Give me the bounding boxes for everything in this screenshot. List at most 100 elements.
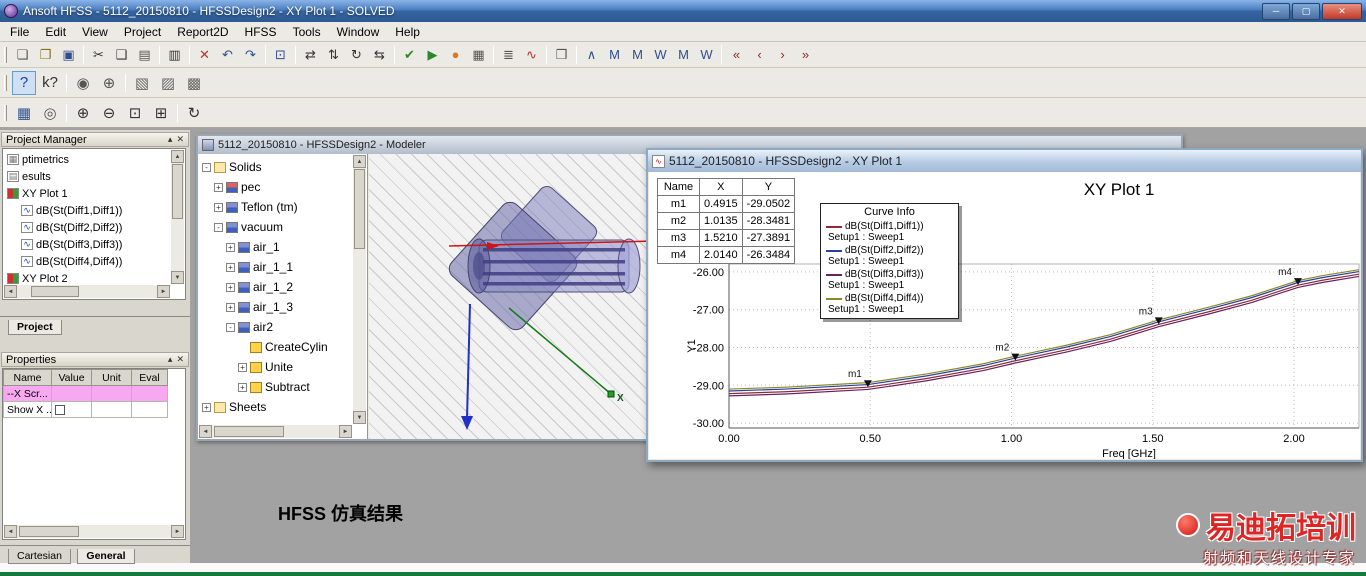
results-icon[interactable]: ▦ bbox=[468, 44, 489, 65]
properties-hscroll[interactable]: ◄► bbox=[4, 525, 184, 538]
wave-report-2-icon[interactable]: M bbox=[604, 44, 625, 65]
solution-data-icon[interactable]: ≣ bbox=[498, 44, 519, 65]
move-y-icon[interactable]: ⇅ bbox=[323, 44, 344, 65]
select-mode-icon[interactable]: ⊡ bbox=[270, 44, 291, 65]
optimetrics-analyze-icon[interactable]: ● bbox=[445, 44, 466, 65]
menu-item-help[interactable]: Help bbox=[387, 23, 428, 41]
mirror-icon[interactable]: ⇆ bbox=[369, 44, 390, 65]
scroll-left-icon[interactable]: ◄ bbox=[4, 285, 17, 298]
wave-report-6-icon[interactable]: W bbox=[696, 44, 717, 65]
scroll-thumb[interactable] bbox=[19, 526, 79, 537]
legend-entry[interactable]: dB(St(Diff1,Diff1))Setup1 : Sweep1 bbox=[824, 220, 955, 244]
modeler-tree-item[interactable]: -air2 bbox=[200, 317, 367, 337]
scroll-right-icon[interactable]: ► bbox=[157, 285, 170, 298]
help-cursor-icon[interactable]: ? bbox=[12, 71, 36, 95]
mesh-display-icon[interactable]: ▨ bbox=[156, 71, 180, 95]
close-button[interactable]: ✕ bbox=[1322, 3, 1362, 20]
modeler-tree-item[interactable]: +air_1 bbox=[200, 237, 367, 257]
expand-icon[interactable]: + bbox=[226, 243, 235, 252]
scroll-thumb[interactable] bbox=[214, 426, 284, 437]
property-row-show-x[interactable]: Show X ... bbox=[4, 402, 168, 418]
modeler-tree-item[interactable]: -Solids bbox=[200, 157, 367, 177]
menu-item-edit[interactable]: Edit bbox=[37, 23, 74, 41]
expand-icon[interactable]: + bbox=[226, 263, 235, 272]
modeler-tree-item[interactable]: +air_1_1 bbox=[200, 257, 367, 277]
rotate-model-icon[interactable]: ↻ bbox=[346, 44, 367, 65]
paste-icon[interactable]: ▤ bbox=[134, 44, 155, 65]
collapse-icon[interactable]: - bbox=[214, 223, 223, 232]
menu-item-report2d[interactable]: Report2D bbox=[169, 23, 236, 41]
delete-icon[interactable]: ✕ bbox=[194, 44, 215, 65]
modeler-tree-item[interactable]: +Subtract bbox=[200, 377, 367, 397]
copy-image-icon[interactable]: ❒ bbox=[551, 44, 572, 65]
new-file-icon[interactable]: ❏ bbox=[12, 44, 33, 65]
modeler-tree-item[interactable]: +Sheets bbox=[200, 397, 367, 417]
marker-row[interactable]: m21.0135-28.3481 bbox=[658, 213, 795, 230]
fit-selection-icon[interactable]: ⊞ bbox=[149, 101, 173, 125]
menu-item-project[interactable]: Project bbox=[116, 23, 169, 41]
scroll-thumb[interactable] bbox=[354, 169, 365, 249]
window-titlebar[interactable]: Ansoft HFSS - 5112_20150810 - HFSSDesign… bbox=[0, 0, 1366, 22]
modeler-tree-item[interactable]: -vacuum bbox=[200, 217, 367, 237]
tab-cartesian[interactable]: Cartesian bbox=[8, 549, 71, 564]
expand-icon[interactable]: + bbox=[226, 303, 235, 312]
project-tree-item[interactable]: XY Plot 1 bbox=[5, 185, 185, 202]
modeler-tree-item[interactable]: +Unite bbox=[200, 357, 367, 377]
collapse-icon[interactable]: - bbox=[226, 323, 235, 332]
edit-sources-icon[interactable]: ∿ bbox=[521, 44, 542, 65]
project-tree-item[interactable]: ∿dB(St(Diff3,Diff3)) bbox=[5, 236, 185, 253]
copy-icon[interactable]: ❑ bbox=[111, 44, 132, 65]
show-hide-objects-icon[interactable]: ◉ bbox=[71, 71, 95, 95]
collapse-icon[interactable]: - bbox=[202, 163, 211, 172]
expand-icon[interactable]: + bbox=[214, 183, 223, 192]
menu-item-window[interactable]: Window bbox=[329, 23, 388, 41]
boundary-display-icon[interactable]: ▧ bbox=[130, 71, 154, 95]
project-tree-hscroll[interactable]: ◄► bbox=[4, 285, 170, 298]
zoom-out-icon[interactable]: ⊖ bbox=[97, 101, 121, 125]
redo-icon[interactable]: ↷ bbox=[240, 44, 261, 65]
context-help-icon[interactable]: k? bbox=[38, 71, 62, 95]
nav-first-icon[interactable]: « bbox=[726, 44, 747, 65]
rotate-view-icon[interactable]: ↻ bbox=[182, 101, 206, 125]
marker-row[interactable]: m42.0140-26.3484 bbox=[658, 247, 795, 264]
show-x-checkbox[interactable] bbox=[55, 405, 65, 415]
menu-item-view[interactable]: View bbox=[74, 23, 116, 41]
analyze-all-icon[interactable]: ▶ bbox=[422, 44, 443, 65]
scroll-thumb[interactable] bbox=[31, 286, 79, 297]
project-tree-item[interactable]: ∿dB(St(Diff1,Diff1)) bbox=[5, 202, 185, 219]
scroll-right-icon[interactable]: ► bbox=[339, 425, 352, 438]
legend-entry[interactable]: dB(St(Diff4,Diff4))Setup1 : Sweep1 bbox=[824, 292, 955, 316]
nav-last-icon[interactable]: » bbox=[795, 44, 816, 65]
open-file-icon[interactable]: ❐ bbox=[35, 44, 56, 65]
project-tree-vscroll[interactable]: ▲▼ bbox=[171, 150, 184, 284]
project-tree-item[interactable]: ∿dB(St(Diff4,Diff4)) bbox=[5, 253, 185, 270]
select-by-name-icon[interactable]: ⊕ bbox=[97, 71, 121, 95]
undo-icon[interactable]: ↶ bbox=[217, 44, 238, 65]
menu-item-hfss[interactable]: HFSS bbox=[237, 23, 285, 41]
project-tree-item[interactable]: ▦ptimetrics bbox=[5, 151, 185, 168]
fit-all-icon[interactable]: ⊡ bbox=[123, 101, 147, 125]
project-tree-item[interactable]: ∿dB(St(Diff2,Diff2)) bbox=[5, 219, 185, 236]
print-icon[interactable]: ▥ bbox=[164, 44, 185, 65]
scroll-down-icon[interactable]: ▼ bbox=[171, 271, 184, 284]
expand-icon[interactable]: + bbox=[202, 403, 211, 412]
modeler-tree-item[interactable]: +Teflon (tm) bbox=[200, 197, 367, 217]
modeler-tree-vscroll[interactable]: ▲▼ bbox=[353, 155, 366, 424]
xy-plot-titlebar[interactable]: ∿ 5112_20150810 - HFSSDesign2 - XY Plot … bbox=[648, 150, 1361, 172]
modeler-tree-item[interactable]: +air_1_2 bbox=[200, 277, 367, 297]
minimize-button[interactable]: ─ bbox=[1262, 3, 1290, 20]
scroll-left-icon[interactable]: ◄ bbox=[4, 525, 17, 538]
legend-entry[interactable]: dB(St(Diff3,Diff3))Setup1 : Sweep1 bbox=[824, 268, 955, 292]
wave-report-5-icon[interactable]: M bbox=[673, 44, 694, 65]
tab-general[interactable]: General bbox=[77, 549, 134, 564]
legend-entry[interactable]: dB(St(Diff2,Diff2))Setup1 : Sweep1 bbox=[824, 244, 955, 268]
tab-project[interactable]: Project bbox=[8, 320, 62, 335]
menu-item-file[interactable]: File bbox=[2, 23, 37, 41]
modeler-tree-item[interactable]: +CreateCylin bbox=[200, 337, 367, 357]
scroll-right-icon[interactable]: ► bbox=[171, 525, 184, 538]
plane-display-icon[interactable]: ▩ bbox=[182, 71, 206, 95]
validate-icon[interactable]: ✔ bbox=[399, 44, 420, 65]
scroll-left-icon[interactable]: ◄ bbox=[199, 425, 212, 438]
scroll-thumb[interactable] bbox=[172, 164, 183, 219]
panel-close-icon[interactable]: ✕ bbox=[176, 354, 184, 365]
